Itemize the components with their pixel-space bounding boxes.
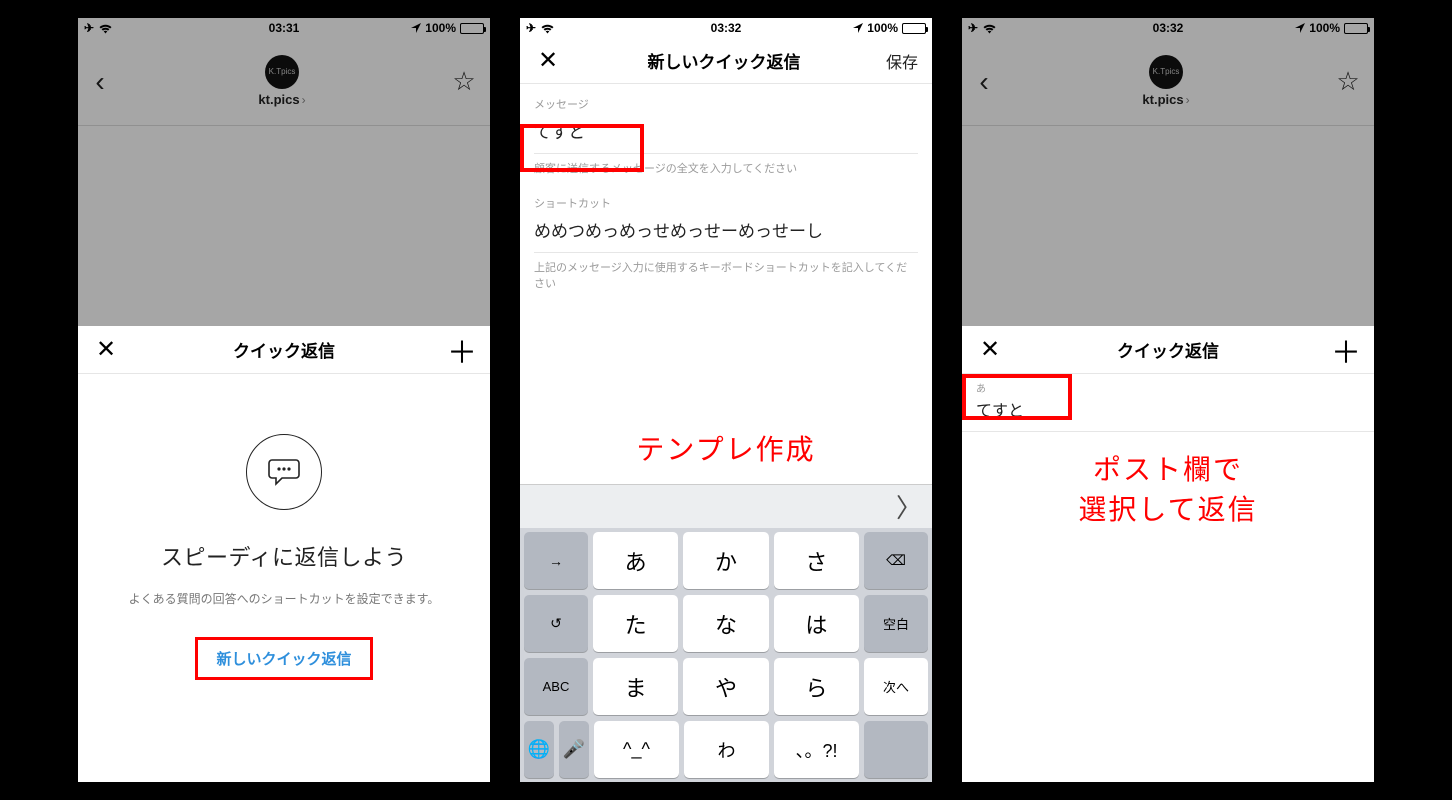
key-ka[interactable]: か [683,532,768,589]
chevron-right-icon: › [302,93,306,107]
chevron-right-icon: › [1186,93,1190,107]
new-quick-reply-button[interactable]: 新しいクイック返信 [195,637,372,680]
airplane-icon: ✈︎ [84,21,94,35]
battery-icon [902,23,926,34]
sheet-title: クイック返信 [1004,337,1332,362]
key-sa[interactable]: さ [774,532,859,589]
location-icon [1295,23,1305,33]
airplane-icon: ✈︎ [526,21,536,35]
keyboard: → あ か さ ⌫ ↺ た な は 空白 ABC ま や ら 次へ 🌐 🎤 ^_… [520,528,932,782]
keyboard-accessory: 〉 [520,484,932,528]
status-time: 03:31 [269,21,300,35]
key-arrow[interactable]: → [524,532,588,589]
key-blank[interactable] [864,721,928,778]
battery-percent: 100% [425,21,456,35]
wifi-icon [982,23,997,34]
chat-area [78,126,490,326]
key-punct[interactable]: 、。?! [774,721,859,778]
annotation-box [520,124,644,172]
avatar[interactable]: K.Tpics [265,55,299,89]
message-label: メッセージ [534,96,918,112]
form: メッセージ てすと 顧客に送信するメッセージの全文を入力してください ショートカ… [520,84,932,306]
key-space[interactable]: 空白 [864,595,928,652]
key-ya[interactable]: や [683,658,768,715]
chat-username[interactable]: kt.pics [1142,92,1183,107]
annotation-box [962,374,1072,420]
battery-icon [460,23,484,34]
add-icon[interactable]: ＋ [1332,336,1360,364]
sheet-headline: スピーディに返信しよう [106,540,462,572]
next-field-icon[interactable]: 〉 [896,488,922,525]
key-wa[interactable]: わ [684,721,769,778]
status-bar: ✈︎ 03:32 100% [962,18,1374,38]
annotation-caption-line1: ポスト欄で [962,448,1374,488]
key-mic-icon[interactable]: 🎤 [559,721,589,778]
status-time: 03:32 [1153,21,1184,35]
avatar[interactable]: K.Tpics [1149,55,1183,89]
chat-header: ‹ K.Tpics kt.pics› ☆ [962,38,1374,126]
annotation-caption: テンプレ作成 [520,428,932,468]
key-globe-icon[interactable]: 🌐 [524,721,554,778]
screenshot-3: ✈︎ 03:32 100% ‹ K.Tpics kt.pics› ☆ ✕ クイッ… [962,18,1374,782]
star-icon[interactable]: ☆ [1334,68,1362,96]
chat-header: ‹ K.Tpics kt.pics› ☆ [78,38,490,126]
battery-percent: 100% [867,21,898,35]
wifi-icon [98,23,113,34]
sheet-subtext: よくある質問の回答へのショートカットを設定できます。 [106,590,462,609]
key-ha[interactable]: は [774,595,859,652]
status-bar: ✈︎ 03:32 100% [520,18,932,38]
key-a[interactable]: あ [593,532,678,589]
annotation-caption-line2: 選択して返信 [962,488,1374,528]
close-icon[interactable]: ✕ [534,47,562,75]
save-button[interactable]: 保存 [886,49,918,73]
chat-username[interactable]: kt.pics [258,92,299,107]
key-abc[interactable]: ABC [524,658,588,715]
back-chevron-icon[interactable]: ‹ [86,68,114,96]
key-ta[interactable]: た [593,595,678,652]
sheet-title: クイック返信 [120,337,448,362]
shortcut-label: ショートカット [534,195,918,211]
star-icon[interactable]: ☆ [450,68,478,96]
chat-area [962,126,1374,326]
battery-icon [1344,23,1368,34]
status-time: 03:32 [711,21,742,35]
wifi-icon [540,23,555,34]
key-face[interactable]: ^_^ [594,721,679,778]
key-na[interactable]: な [683,595,768,652]
airplane-icon: ✈︎ [968,21,978,35]
key-ma[interactable]: ま [593,658,678,715]
location-icon [411,23,421,33]
shortcut-input[interactable]: めめつめっめっせめっせーめっせーし [534,211,918,253]
back-chevron-icon[interactable]: ‹ [970,68,998,96]
quick-reply-sheet: ✕ クイック返信 ＋ スピーディに返信しよう よくある質問の回答へのショートカッ… [78,326,490,782]
speech-bubble-icon [246,434,322,510]
key-next[interactable]: 次へ [864,658,928,715]
close-icon[interactable]: ✕ [92,336,120,364]
key-backspace[interactable]: ⌫ [864,532,928,589]
status-bar: ✈︎ 03:31 100% [78,18,490,38]
screenshot-1: ✈︎ 03:31 100% ‹ K.Tpics kt.pics› ☆ ✕ クイッ… [78,18,490,782]
battery-percent: 100% [1309,21,1340,35]
nav-title: 新しいクイック返信 [647,48,800,73]
key-ra[interactable]: ら [774,658,859,715]
screenshot-2: ✈︎ 03:32 100% ✕ 新しいクイック返信 保存 メッセージ てすと 顧… [520,18,932,782]
location-icon [853,23,863,33]
nav-bar: ✕ 新しいクイック返信 保存 [520,38,932,84]
shortcut-help: 上記のメッセージ入力に使用するキーボードショートカットを記入してください [534,253,918,306]
key-undo[interactable]: ↺ [524,595,588,652]
close-icon[interactable]: ✕ [976,336,1004,364]
add-icon[interactable]: ＋ [448,336,476,364]
